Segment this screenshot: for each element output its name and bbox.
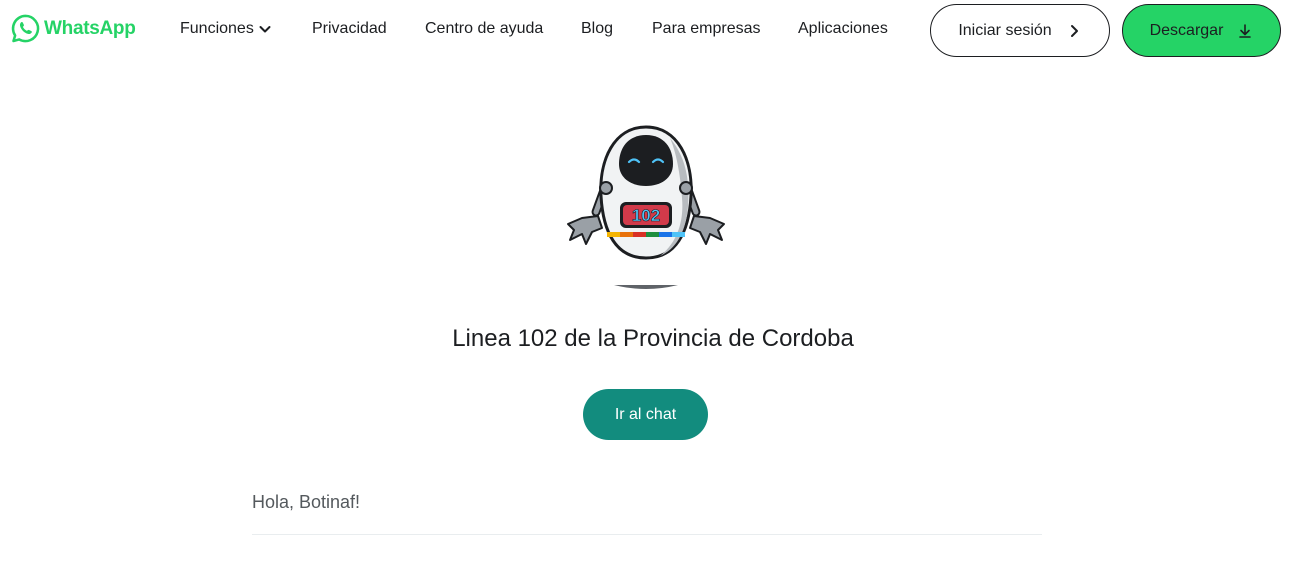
nav-item-centro-de-ayuda[interactable]: Centro de ayuda — [425, 20, 543, 38]
divider — [252, 534, 1042, 535]
top-navbar: WhatsApp Funciones Privacidad Centro de … — [0, 0, 1306, 60]
brand-name: WhatsApp — [44, 17, 136, 39]
nav-item-label: Centro de ayuda — [425, 20, 544, 37]
nav-item-label: Blog — [581, 20, 614, 37]
chevron-right-icon — [1070, 24, 1078, 37]
page-title: Linea 102 de la Provincia de Cordoba — [452, 325, 854, 352]
whatsapp-logo-icon — [11, 14, 40, 43]
nav-item-label: Privacidad — [312, 20, 387, 37]
nav-item-blog[interactable]: Blog — [581, 20, 613, 38]
nav-item-funciones[interactable]: Funciones — [180, 20, 272, 38]
download-button-label: Descargar — [1149, 21, 1224, 39]
login-button-label: Iniciar sesión — [958, 21, 1052, 39]
nav-item-aplicaciones[interactable]: Aplicaciones — [798, 20, 888, 38]
login-button[interactable]: Iniciar sesión — [930, 4, 1110, 57]
avatar-badge-text: 102 — [632, 206, 660, 225]
nav-item-label: Aplicaciones — [798, 20, 888, 37]
chevron-down-icon — [259, 26, 271, 33]
profile-avatar: 102 — [567, 125, 725, 289]
greeting-message: Hola, Botinaf! — [252, 492, 361, 512]
download-button[interactable]: Descargar — [1122, 4, 1281, 57]
download-icon — [1239, 23, 1252, 38]
nav-item-label: Funciones — [180, 20, 254, 37]
nav-item-privacidad[interactable]: Privacidad — [312, 20, 387, 38]
go-to-chat-button[interactable]: Ir al chat — [583, 389, 708, 440]
whatsapp-logo[interactable]: WhatsApp — [10, 13, 136, 44]
nav-item-label: Para empresas — [652, 20, 761, 37]
nav-item-para-empresas[interactable]: Para empresas — [652, 20, 761, 38]
